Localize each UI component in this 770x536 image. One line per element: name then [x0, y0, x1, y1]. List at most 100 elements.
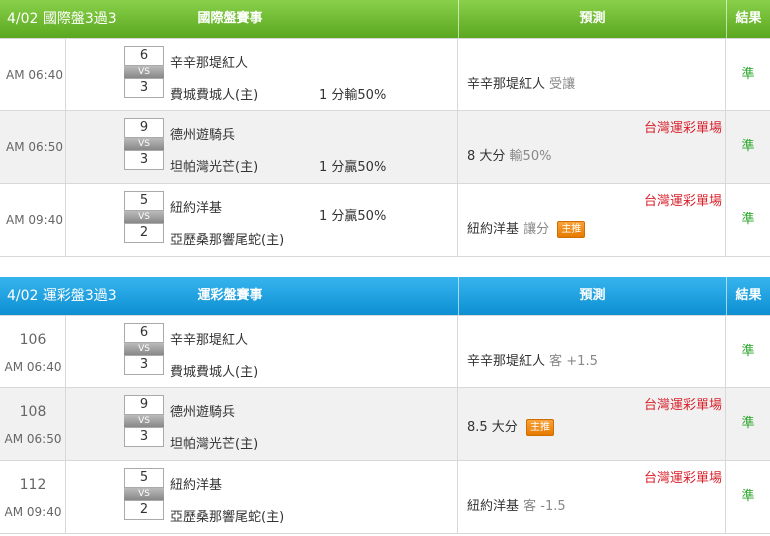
game-number: 106 [19, 332, 47, 348]
score-bottom: 2 [124, 223, 164, 243]
handicap: 1 分贏50% [319, 209, 387, 224]
prediction-cell: 台灣運彩單場 8 大分 輸50% [458, 111, 726, 183]
intl-row: AM 06:50 9 VS 3 德州遊騎兵 坦帕灣光芒(主) 1 分贏50% 台… [0, 111, 770, 184]
pick-note: 客 -1.5 [523, 499, 566, 514]
single-game-tag: 台灣運彩單場 [643, 471, 722, 486]
pick-text: 8.5 大分 [467, 420, 518, 435]
prediction-cell: 台灣運彩單場 紐約洋基 客 -1.5 [458, 461, 726, 533]
pick-note: 讓分 [523, 222, 550, 237]
scorebox: 6 VS 3 [124, 46, 164, 98]
vs-label: VS [124, 138, 164, 150]
score-top: 6 [124, 46, 164, 66]
lottery-result-header: 結果 [726, 277, 770, 315]
lottery-row: 106 AM 06:40 6 VS 3 辛辛那堤紅人 費城費城人(主) 辛辛那堤… [0, 315, 770, 388]
single-game-tag: 台灣運彩單場 [643, 121, 722, 136]
pick-note: 輸50% [509, 149, 552, 164]
intl-row: AM 09:40 5 VS 2 紐約洋基 亞歷桑那響尾蛇(主) 1 分贏50% … [0, 184, 770, 257]
vs-label: VS [124, 488, 164, 500]
pick-note: 受讓 [549, 77, 576, 92]
intl-panel: 4/02 國際盤3過3 國際盤賽事 預測 結果 AM 06:40 6 VS 3 … [0, 0, 770, 257]
score-bottom: 3 [124, 355, 164, 375]
prediction-pick: 紐約洋基 讓分 主推 [467, 218, 586, 238]
game-time: AM 06:50 [6, 140, 63, 154]
intl-title: 國際盤賽事 [197, 11, 263, 26]
away-team: 德州遊騎兵 [170, 405, 236, 420]
score-top: 5 [124, 468, 164, 488]
lottery-row: 108 AM 06:50 9 VS 3 德州遊騎兵 坦帕灣光芒(主) 台灣運彩單… [0, 388, 770, 461]
game-time: AM 06:50 [4, 432, 62, 446]
home-team: 費城費城人(主) [170, 88, 259, 103]
game-time: AM 06:40 [6, 68, 63, 82]
score-top: 6 [124, 323, 164, 343]
prediction-pick: 辛辛那堤紅人 客 +1.5 [467, 350, 598, 369]
pick-text: 辛辛那堤紅人 [467, 77, 546, 92]
home-team: 亞歷桑那響尾蛇(主) [170, 510, 285, 525]
prediction-pick: 8.5 大分 主推 [467, 416, 554, 436]
prediction-pick: 8 大分 輸50% [467, 145, 551, 164]
home-team: 坦帕灣光芒(主) [170, 437, 259, 452]
pick-text: 8 大分 [467, 149, 506, 164]
score-bottom: 2 [124, 500, 164, 520]
handicap: 1 分輸50% [319, 88, 387, 103]
scorebox: 5 VS 2 [124, 468, 164, 520]
prediction-cell: 台灣運彩單場 紐約洋基 讓分 主推 [458, 184, 726, 256]
score-bottom: 3 [124, 427, 164, 447]
featured-badge: 主推 [525, 419, 554, 436]
prediction-cell: 辛辛那堤紅人 受讓 [458, 39, 726, 111]
match-cell: 6 VS 3 辛辛那堤紅人 費城費城人(主) 1 分輸50% [66, 39, 458, 111]
match-cell: 9 VS 3 德州遊騎兵 坦帕灣光芒(主) 1 分贏50% [66, 111, 458, 183]
score-bottom: 3 [124, 150, 164, 170]
away-team: 辛辛那堤紅人 [170, 333, 249, 348]
lottery-panel: 4/02 運彩盤3過3 運彩盤賽事 預測 結果 106 AM 06:40 6 V… [0, 277, 770, 534]
lottery-header: 4/02 運彩盤3過3 運彩盤賽事 預測 結果 [0, 277, 770, 315]
game-time: AM 06:40 [4, 360, 62, 374]
pick-note: 客 +1.5 [549, 354, 598, 369]
away-team: 德州遊騎兵 [170, 128, 236, 143]
score-top: 5 [124, 191, 164, 211]
match-cell: 5 VS 2 紐約洋基 亞歷桑那響尾蛇(主) [66, 461, 458, 533]
intl-date-label: 4/02 國際盤3過3 [7, 11, 117, 27]
handicap: 1 分贏50% [319, 160, 387, 175]
lottery-title: 運彩盤賽事 [197, 288, 263, 303]
lottery-prediction-header: 預測 [458, 277, 726, 315]
scorebox: 6 VS 3 [124, 323, 164, 375]
intl-row: AM 06:40 6 VS 3 辛辛那堤紅人 費城費城人(主) 1 分輸50% … [0, 38, 770, 111]
score-bottom: 3 [124, 78, 164, 98]
featured-badge: 主推 [557, 221, 586, 238]
prediction-cell: 辛辛那堤紅人 客 +1.5 [458, 316, 726, 388]
home-team: 坦帕灣光芒(主) [170, 160, 259, 175]
scorebox: 5 VS 2 [124, 191, 164, 243]
score-top: 9 [124, 118, 164, 138]
lottery-date-label: 4/02 運彩盤3過3 [7, 288, 117, 304]
vs-label: VS [124, 66, 164, 78]
vs-label: VS [124, 211, 164, 223]
match-cell: 5 VS 2 紐約洋基 亞歷桑那響尾蛇(主) 1 分贏50% [66, 184, 458, 256]
result-mark: 準 [741, 344, 755, 359]
game-number: 108 [19, 404, 47, 420]
prediction-cell: 台灣運彩單場 8.5 大分 主推 [458, 388, 726, 460]
prediction-pick: 辛辛那堤紅人 受讓 [467, 73, 575, 92]
lottery-row: 112 AM 09:40 5 VS 2 紐約洋基 亞歷桑那響尾蛇(主) 台灣運彩… [0, 461, 770, 534]
result-mark: 準 [741, 139, 755, 154]
score-top: 9 [124, 395, 164, 415]
away-team: 紐約洋基 [170, 201, 223, 216]
pick-text: 紐約洋基 [467, 499, 520, 514]
game-number: 112 [19, 477, 47, 493]
pick-text: 辛辛那堤紅人 [467, 354, 546, 369]
away-team: 辛辛那堤紅人 [170, 56, 249, 71]
result-mark: 準 [741, 212, 755, 227]
home-team: 費城費城人(主) [170, 365, 259, 380]
game-time: AM 09:40 [6, 213, 63, 227]
intl-result-header: 結果 [726, 0, 770, 38]
prediction-pick: 紐約洋基 客 -1.5 [467, 495, 566, 514]
result-mark: 準 [741, 67, 755, 82]
intl-header: 4/02 國際盤3過3 國際盤賽事 預測 結果 [0, 0, 770, 38]
result-mark: 準 [741, 489, 755, 504]
home-team: 亞歷桑那響尾蛇(主) [170, 233, 285, 248]
single-game-tag: 台灣運彩單場 [643, 398, 722, 413]
away-team: 紐約洋基 [170, 478, 223, 493]
scorebox: 9 VS 3 [124, 395, 164, 447]
vs-label: VS [124, 415, 164, 427]
intl-prediction-header: 預測 [458, 0, 726, 38]
single-game-tag: 台灣運彩單場 [643, 194, 722, 209]
